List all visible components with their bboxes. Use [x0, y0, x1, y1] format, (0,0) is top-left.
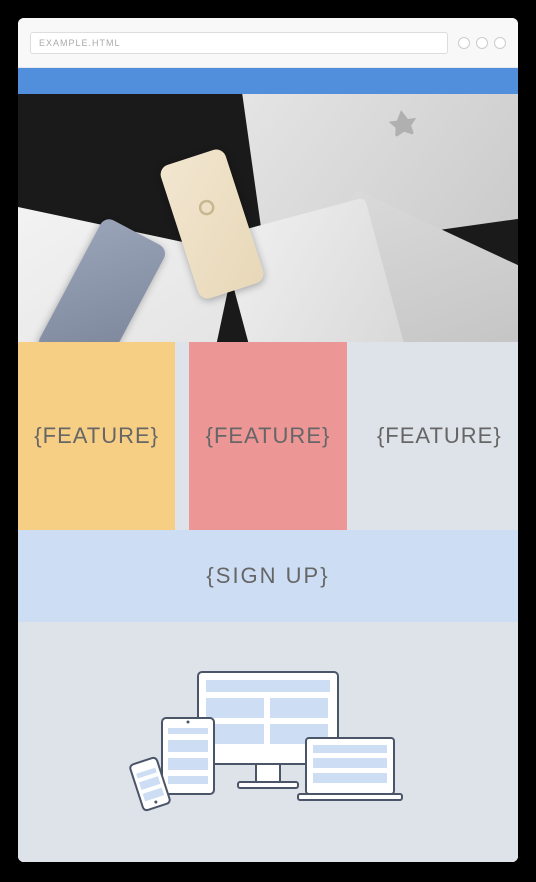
feature-card-1[interactable]: {FEATURE}: [18, 342, 175, 530]
page-header-bar: [18, 68, 518, 94]
feature-card-2[interactable]: {FEATURE}: [189, 342, 346, 530]
window-maximize-button[interactable]: [476, 37, 488, 49]
feature-label: {FEATURE}: [206, 423, 331, 449]
page-viewport: {FEATURE} {FEATURE} {FEATURE} {SIGN UP}: [18, 68, 518, 862]
features-row: {FEATURE} {FEATURE} {FEATURE}: [18, 342, 518, 530]
feature-label: {FEATURE}: [34, 423, 159, 449]
signup-label: {SIGN UP}: [206, 563, 329, 589]
window-close-button[interactable]: [494, 37, 506, 49]
feature-gap: [347, 342, 361, 530]
devices-icon: [118, 652, 418, 832]
signup-button[interactable]: {SIGN UP}: [18, 530, 518, 622]
window-minimize-button[interactable]: [458, 37, 470, 49]
feature-gap: [175, 342, 189, 530]
window-controls: [458, 37, 506, 49]
url-bar[interactable]: [30, 32, 448, 54]
browser-window: {FEATURE} {FEATURE} {FEATURE} {SIGN UP}: [18, 18, 518, 862]
browser-chrome: [18, 18, 518, 68]
feature-label: {FEATURE}: [377, 423, 502, 449]
hero-image: [18, 94, 518, 342]
devices-illustration: [18, 622, 518, 862]
feature-card-3[interactable]: {FEATURE}: [361, 342, 518, 530]
